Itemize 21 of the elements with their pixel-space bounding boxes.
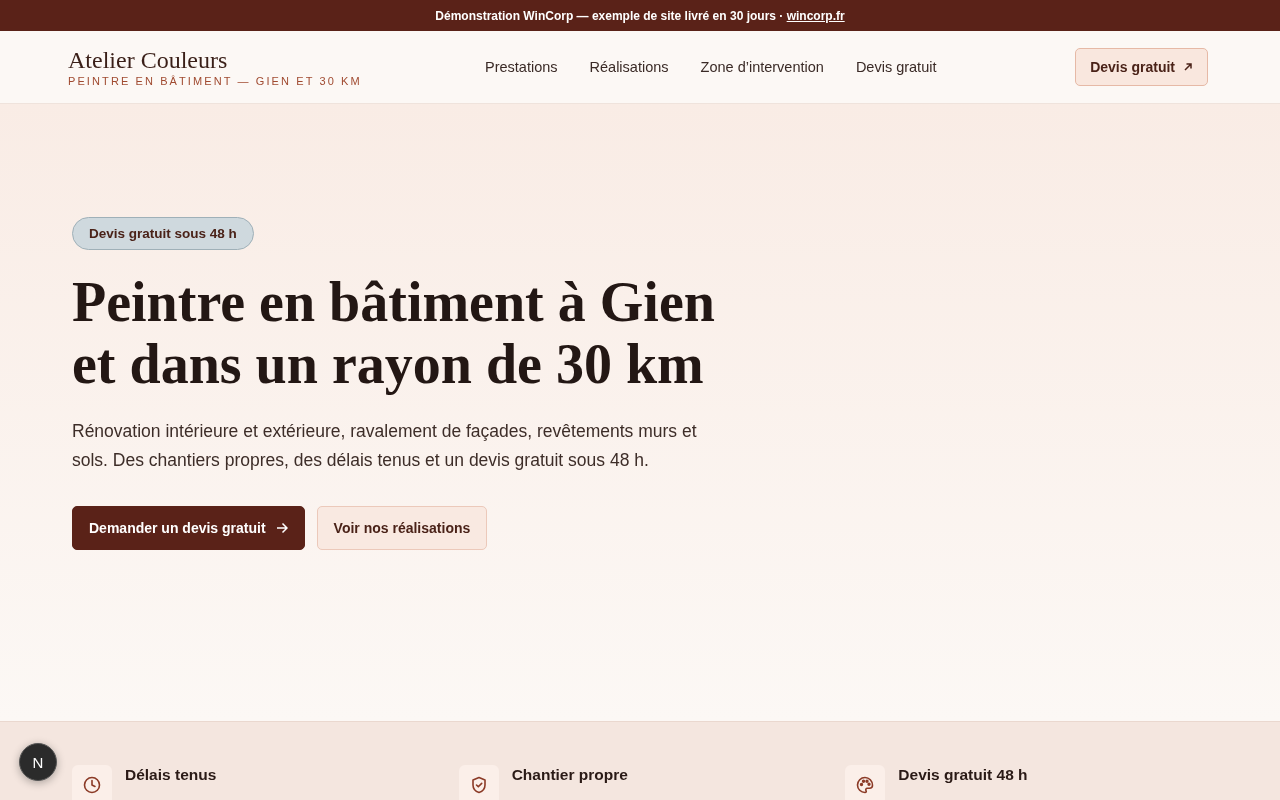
clock-icon [82,775,102,795]
feature-title: Chantier propre [511,766,628,784]
nav-link[interactable]: Zone d’intervention [700,59,824,75]
quote-request-button[interactable]: Demander un devis gratuit [72,506,305,550]
badge: Devis gratuit sous 48 h [72,217,254,250]
nav-link[interactable]: Devis gratuit [855,59,937,75]
feature-title: Délais tenus [125,766,217,784]
nav-link[interactable]: Réalisations [589,59,669,75]
announcement-text: Démonstration WinCorp — exemple de site livré en 30 jours · wincorp.fr [435,8,845,23]
portfolio-button[interactable]: Voir nos réalisations [316,506,488,550]
palette-icon [855,775,876,795]
arrow-right-icon [275,522,288,534]
arrow-up-right-icon [1183,62,1193,72]
hero-title: Peintre en bâtiment à Gien et dans un rayon de 30 km [72,271,716,395]
brand-tagline: PEINTRE EN BÂTIMENT — GIEN ET 30 KM [68,75,363,87]
brand-name[interactable]: Atelier Couleurs [68,47,468,73]
hero-lead: Rénovation intérieure et extérieure, ravalement de façades, revêtements murs et sols. Des chantiers propres, des délais tenus et un devis gratuit sous 48 h. [72,420,698,472]
feature-title: Devis gratuit 48 h [898,766,1028,784]
site-link[interactable]: wincorp.fr [786,8,845,23]
nav-link[interactable]: Prestations [485,59,558,75]
quote-button[interactable]: Devis gratuit [1075,48,1208,86]
